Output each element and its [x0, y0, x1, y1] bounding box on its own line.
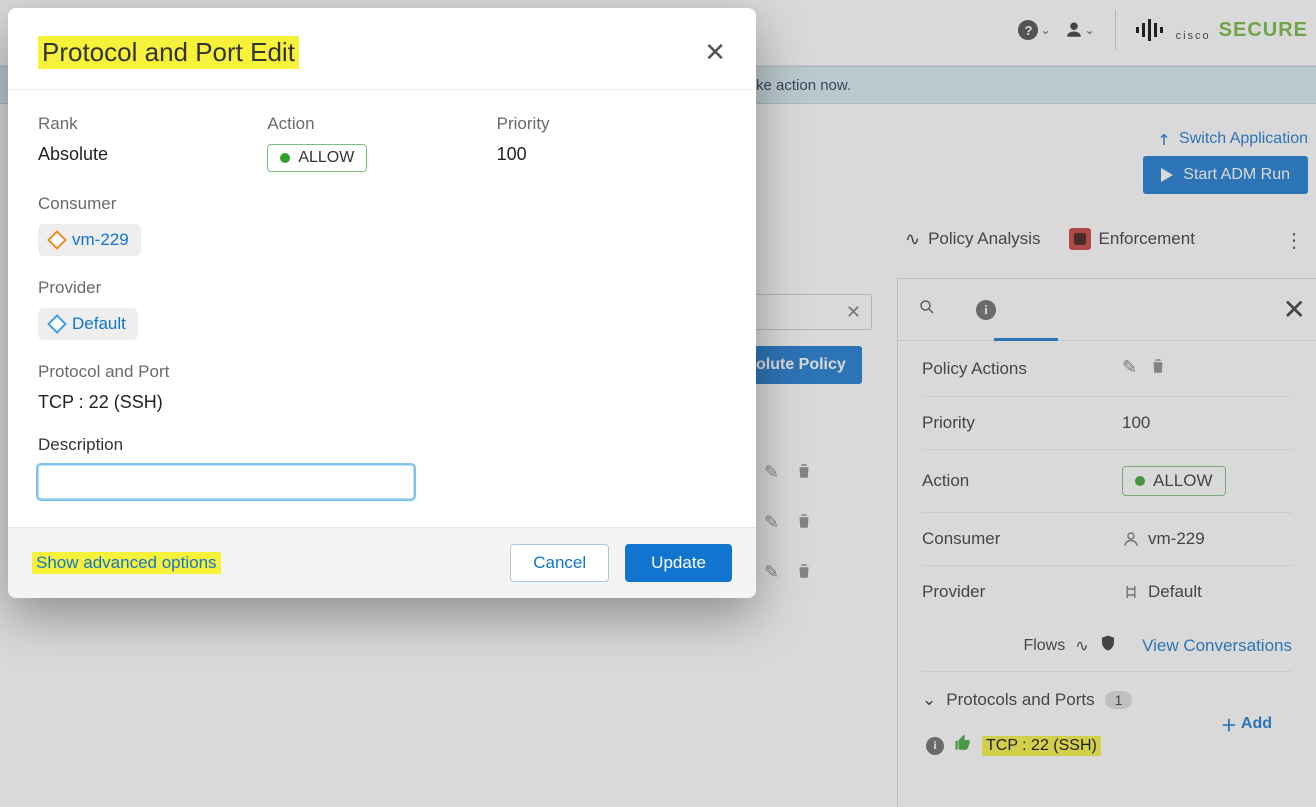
consumer-chip[interactable]: vm-229 [38, 224, 141, 256]
allow-pill: ALLOW [267, 144, 367, 172]
update-button[interactable]: Update [625, 544, 732, 582]
close-modal-icon[interactable]: ✕ [704, 37, 726, 68]
show-advanced-options-link[interactable]: Show advanced options [32, 552, 221, 574]
action-value: ALLOW [298, 149, 354, 167]
status-dot-icon [280, 153, 290, 163]
provider-value: Default [72, 314, 126, 334]
provider-chip[interactable]: Default [38, 308, 138, 340]
cube-orange-icon [47, 230, 67, 250]
action-label: Action [267, 114, 496, 134]
priority-value: 100 [497, 144, 726, 165]
cancel-button[interactable]: Cancel [510, 544, 609, 582]
protocol-port-label: Protocol and Port [38, 362, 726, 382]
consumer-value: vm-229 [72, 230, 129, 250]
description-input[interactable] [38, 465, 414, 499]
rank-label: Rank [38, 114, 267, 134]
consumer-label: Consumer [38, 194, 726, 214]
priority-label: Priority [497, 114, 726, 134]
rank-value: Absolute [38, 144, 267, 165]
cube-blue-icon [47, 314, 67, 334]
protocol-port-value: TCP : 22 (SSH) [38, 392, 726, 413]
provider-label: Provider [38, 278, 726, 298]
protocol-port-edit-modal: Protocol and Port Edit ✕ Rank Absolute A… [8, 8, 756, 598]
description-label: Description [38, 435, 726, 455]
modal-title: Protocol and Port Edit [38, 36, 299, 69]
